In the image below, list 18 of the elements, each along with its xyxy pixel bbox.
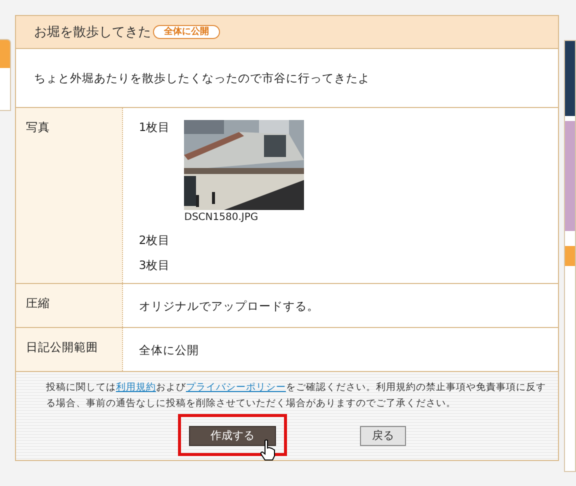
photo-label: 2枚目 bbox=[138, 233, 170, 248]
row-value: オリジナルでアップロードする。 bbox=[138, 298, 319, 315]
row-label: 圧縮 bbox=[16, 284, 123, 327]
create-button[interactable]: 作成する bbox=[188, 426, 276, 446]
side-panel bbox=[0, 39, 11, 111]
terms-link[interactable]: 利用規約 bbox=[116, 382, 156, 393]
entry-body: ちょと外堀あたりを散歩したくなったので市谷に行ってきたよ bbox=[34, 70, 370, 86]
visibility-badge: 全体に公開 bbox=[152, 25, 220, 39]
entry-title: お堀を散歩してきた bbox=[34, 24, 151, 41]
notice-text: 投稿に関しては利用規約およびプライバシーポリシー をご確認ください。利用規約の禁止事項や免責事項に反する場合、事前の通告なしに投稿を削除させていただく場合がありますのでご了承ください。 bbox=[46, 381, 547, 411]
row-value: 全体に公開 bbox=[138, 342, 199, 359]
row-label: 写真 bbox=[16, 108, 123, 283]
back-button[interactable]: 戻る bbox=[360, 426, 406, 446]
photo-label: 1枚目 bbox=[138, 120, 170, 135]
file-name: DSCN1580.JPG bbox=[184, 212, 260, 223]
row-label: 日記公開範囲 bbox=[16, 328, 123, 371]
privacy-link[interactable]: プライバシーポリシー bbox=[186, 382, 286, 393]
photo-label: 3枚目 bbox=[138, 258, 170, 273]
